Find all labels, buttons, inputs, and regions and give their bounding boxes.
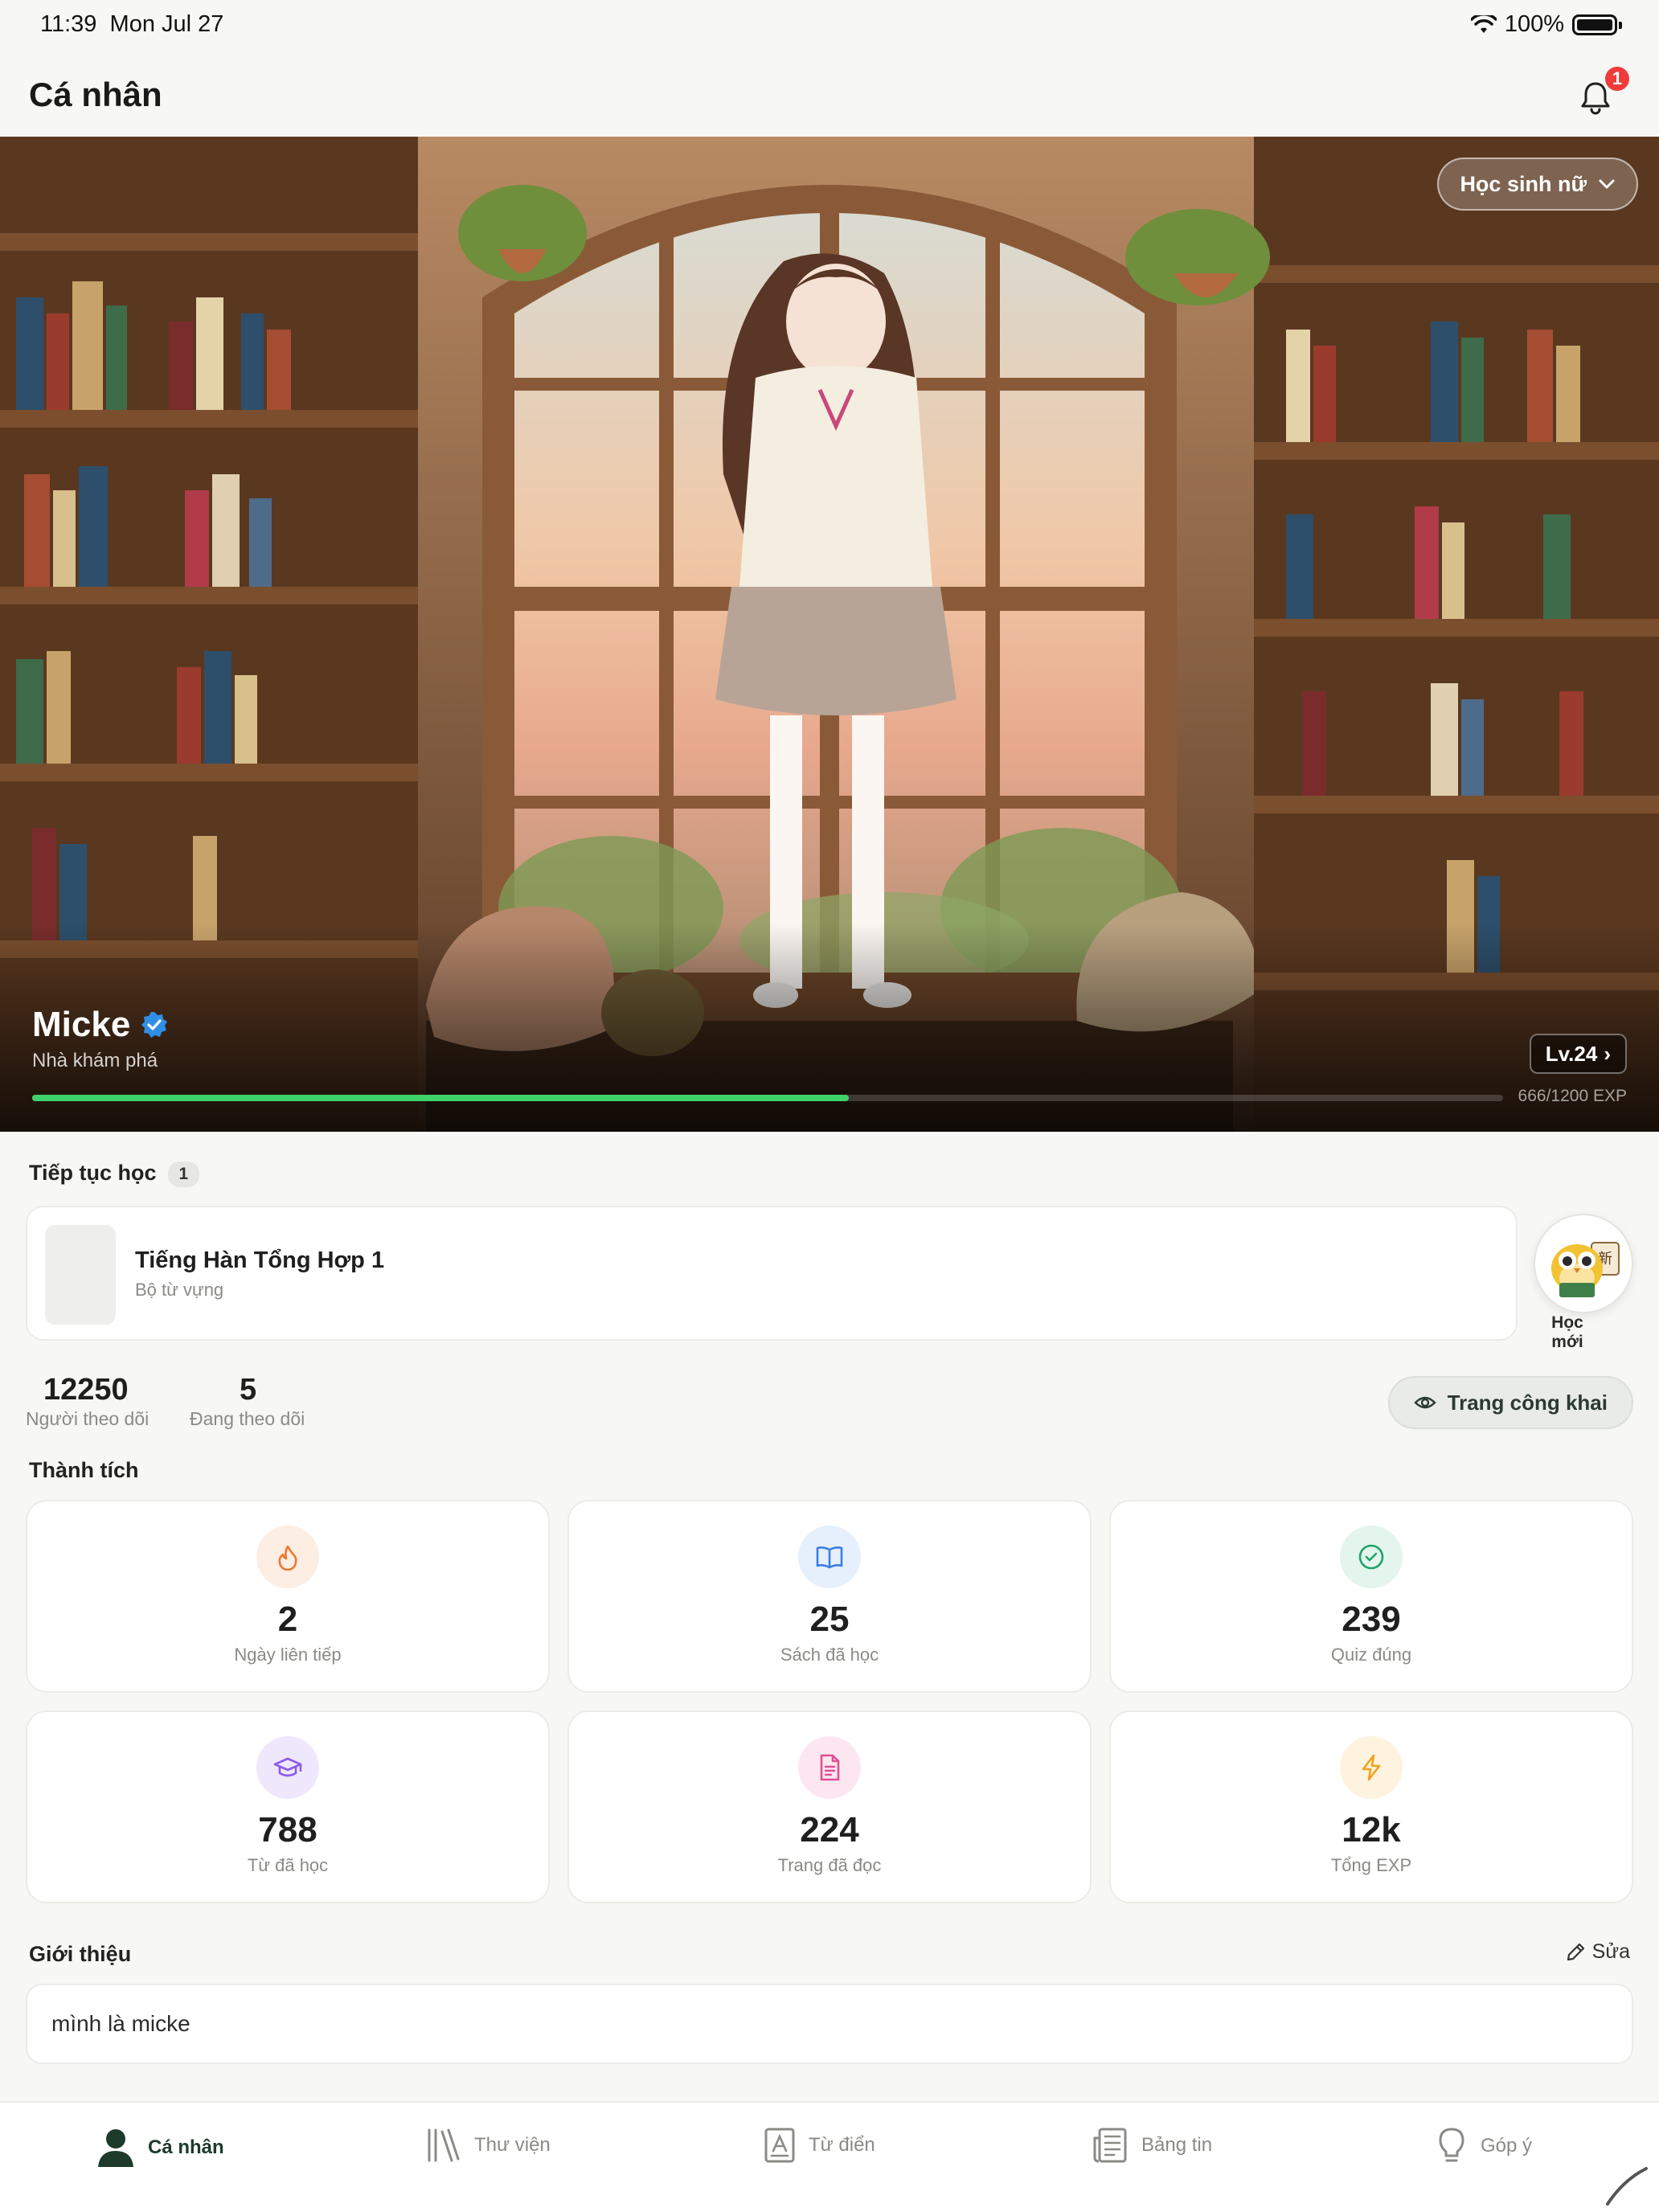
course-subtitle: Bộ từ vựng <box>135 1280 224 1300</box>
intro-title: Giới thiệu <box>29 1942 132 1966</box>
document-icon <box>798 1736 861 1799</box>
achievement-value: 239 <box>1342 1600 1401 1639</box>
achievement-card-exp: 12k Tổng EXP <box>1109 1710 1633 1903</box>
battery-icon <box>1572 14 1622 35</box>
app-header: Cá nhân 1 <box>0 51 1659 137</box>
achievement-label: Tổng EXP <box>1330 1855 1412 1875</box>
course-card[interactable]: Tiếng Hàn Tổng Hợp 1 Bộ từ vựng <box>26 1206 1518 1341</box>
newspaper-icon <box>1093 2128 1127 2163</box>
exp-text: 666/1200 EXP <box>1518 1087 1627 1105</box>
status-bar: 11:39 Mon Jul 27 100% <box>0 0 1659 51</box>
owl-mascot-icon: 新 <box>1551 1242 1620 1297</box>
achievement-label: Sách đã học <box>780 1645 879 1665</box>
edit-intro-button[interactable]: Sửa <box>1565 1940 1630 1964</box>
verified-badge-icon <box>141 1012 168 1038</box>
user-name: Micke <box>32 1005 131 1044</box>
edit-label: Sửa <box>1591 1940 1630 1963</box>
lightbulb-icon <box>1439 2128 1464 2162</box>
achievement-value: 25 <box>809 1600 850 1639</box>
following-label: Đang theo dõi <box>190 1408 305 1429</box>
tab-library[interactable]: Thư viện <box>426 2127 551 2164</box>
exp-progress-fill <box>32 1095 849 1101</box>
achievement-value: 224 <box>800 1810 859 1849</box>
achievement-card-streak: 2 Ngày liên tiếp <box>26 1500 550 1693</box>
character-select-label: Học sinh nữ <box>1460 171 1587 196</box>
check-circle-icon <box>1340 1526 1403 1588</box>
followers-label: Người theo dõi <box>26 1408 150 1429</box>
tab-label: Góp ý <box>1481 2135 1533 2157</box>
person-icon <box>98 2129 133 2167</box>
wifi-icon <box>1470 14 1497 33</box>
lightning-icon <box>1340 1736 1403 1799</box>
following-count[interactable]: 5 <box>240 1373 256 1407</box>
corner-indicator <box>1606 2167 1648 2206</box>
intro-text: mình là micke <box>26 1984 1633 2064</box>
achievement-card-pages: 224 Trang đã đọc <box>567 1710 1092 1903</box>
continue-label: Tiếp tục học <box>29 1161 157 1185</box>
tab-label: Thư viện <box>474 2134 551 2156</box>
profile-hero: Học sinh nữ Micke Nhà khám phá Lv.24 › 6… <box>0 137 1659 1132</box>
achievement-label: Quiz đúng <box>1330 1645 1412 1665</box>
chevron-right-icon: › <box>1604 1041 1611 1066</box>
flame-icon <box>256 1526 319 1588</box>
tab-label: Từ điển <box>809 2134 875 2156</box>
continue-count-badge: 1 <box>167 1161 200 1187</box>
level-label: Lv.24 <box>1545 1041 1598 1066</box>
tab-dictionary[interactable]: Từ điển <box>764 2127 875 2164</box>
course-title: Tiếng Hàn Tổng Hợp 1 <box>135 1247 385 1273</box>
followers-count[interactable]: 12250 <box>43 1373 129 1407</box>
dictionary-icon <box>764 2128 795 2163</box>
level-button[interactable]: Lv.24 › <box>1529 1034 1627 1074</box>
battery-percent: 100% <box>1504 11 1564 37</box>
user-rank-title: Nhà khám phá <box>32 1050 158 1071</box>
bottom-tab-bar: Cá nhân Thư viện Từ điển Bảng tin Góp ý <box>0 2101 1659 2212</box>
achievement-value: 788 <box>258 1810 317 1849</box>
tab-label: Cá nhân <box>148 2136 224 2158</box>
user-name-row: Micke <box>32 1005 169 1045</box>
clock-date: Mon Jul 27 <box>109 11 224 37</box>
achievement-card-quiz: 239 Quiz đúng <box>1109 1500 1633 1693</box>
learn-new-label: Học mới <box>1551 1313 1583 1351</box>
tab-feedback[interactable]: Góp ý <box>1436 2127 1532 2165</box>
graduation-cap-icon <box>256 1736 319 1799</box>
achievement-label: Từ đã học <box>247 1855 329 1875</box>
clock-time: 11:39 <box>40 11 97 37</box>
public-page-label: Trang công khai <box>1447 1390 1608 1415</box>
achievement-label: Trang đã đọc <box>777 1855 882 1875</box>
status-time: 11:39 Mon Jul 27 <box>40 11 223 38</box>
library-icon <box>428 2128 460 2162</box>
achievement-label: Ngày liên tiếp <box>234 1645 342 1665</box>
notification-badge: 1 <box>1603 64 1632 93</box>
tab-newsfeed[interactable]: Bảng tin <box>1092 2127 1212 2164</box>
exp-progress-bar <box>32 1095 1503 1101</box>
chevron-down-icon <box>1599 179 1615 189</box>
status-right: 100% <box>1470 11 1622 38</box>
character-select[interactable]: Học sinh nữ <box>1437 158 1638 211</box>
continue-section-title: Tiếp tục học 1 <box>29 1161 200 1187</box>
pencil-icon <box>1567 1943 1584 1960</box>
achievement-card-words: 788 Từ đã học <box>26 1710 550 1903</box>
achievement-value: 2 <box>277 1600 298 1639</box>
course-thumbnail <box>45 1225 116 1325</box>
achievements-title: Thành tích <box>29 1458 139 1482</box>
page-title: Cá nhân <box>29 76 162 113</box>
learn-new-button[interactable]: 新 <box>1534 1214 1633 1313</box>
achievement-card-books: 25 Sách đã học <box>567 1500 1092 1693</box>
eye-icon <box>1413 1396 1436 1409</box>
book-open-icon <box>798 1526 861 1588</box>
tab-label: Bảng tin <box>1141 2134 1213 2156</box>
tab-profile[interactable]: Cá nhân <box>96 2127 224 2169</box>
achievement-value: 12k <box>1342 1810 1401 1849</box>
public-page-button[interactable]: Trang công khai <box>1387 1376 1633 1429</box>
